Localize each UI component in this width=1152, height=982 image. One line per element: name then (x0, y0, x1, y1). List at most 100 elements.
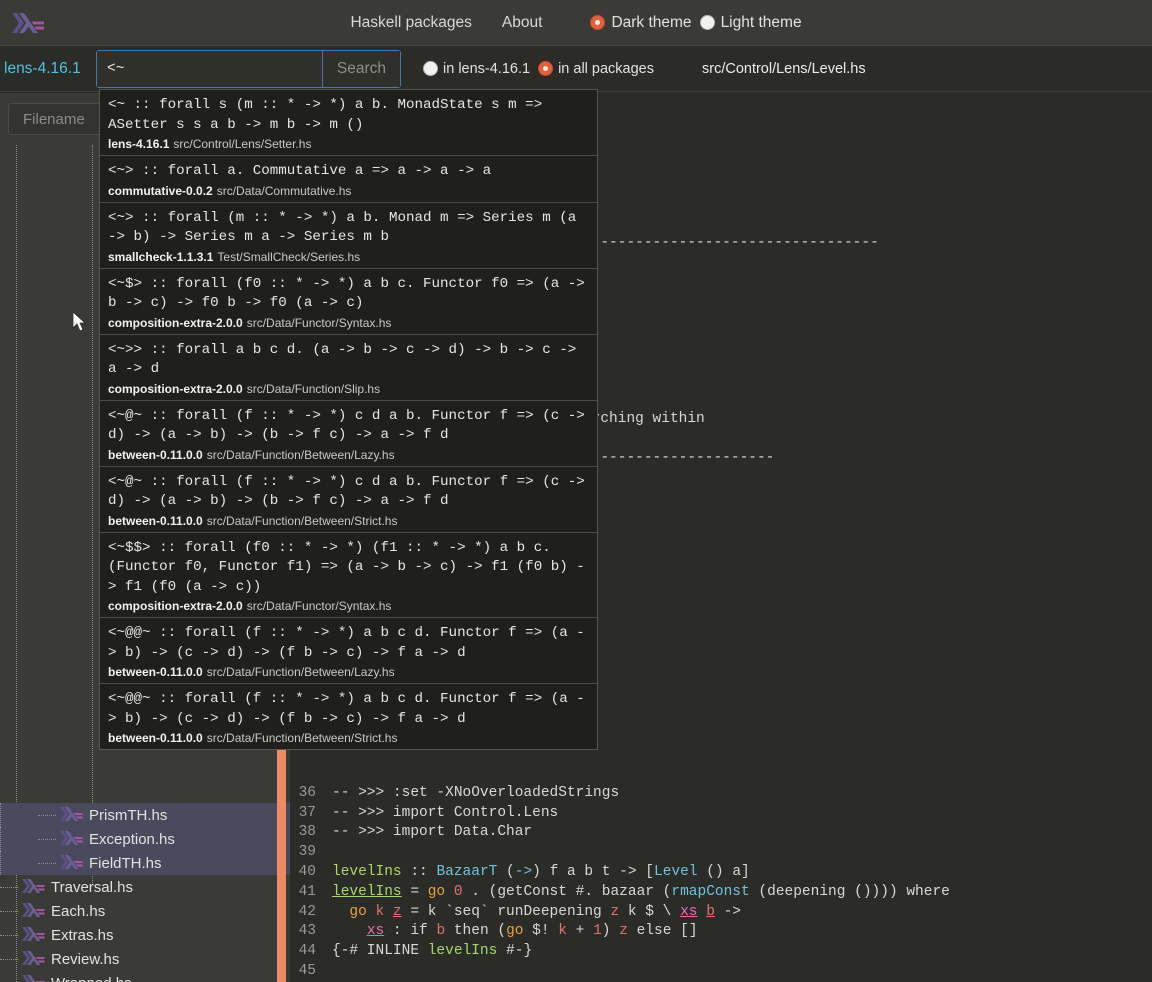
code-line-content: levelIns = go 0 . (getConst #. bazaar (r… (332, 884, 950, 900)
code-token: () a] (697, 864, 750, 881)
file-tree-item-label: Traversal.hs (51, 878, 133, 896)
autocomplete-suggestion[interactable]: <~>> :: forall a b c d. (a -> b -> c -> … (100, 335, 597, 401)
code-line: 38 -- >>> import Data.Char (290, 823, 1152, 843)
radio-light-theme[interactable] (699, 15, 715, 30)
file-tree-item-extras-hs[interactable]: Extras.hs (0, 923, 290, 947)
radio-in-all-packages[interactable] (538, 61, 554, 76)
code-token: ) f a b t -> [ (532, 864, 654, 881)
tree-elbow-connector (38, 827, 60, 851)
suggestion-path: src/Data/Function/Between/Lazy.hs (206, 447, 395, 462)
autocomplete-dropdown[interactable]: <~ :: forall s (m :: * -> *) a b. MonadS… (99, 89, 598, 750)
suggestion-path: src/Control/Lens/Setter.hs (173, 137, 312, 151)
file-tree-item-review-hs[interactable]: Review.hs (0, 947, 290, 971)
suggestion-meta: between-0.11.0.0 src/Data/Function/Betwee… (108, 731, 589, 745)
file-tree-item-label: Extras.hs (51, 926, 114, 944)
code-line: 45 (290, 961, 1152, 981)
autocomplete-suggestion[interactable]: <~$> :: forall (f0 :: * -> *) a b c. Fun… (100, 269, 597, 335)
code-token: -> (514, 864, 533, 881)
code-token: z (392, 903, 402, 920)
code-token: . (getConst #. bazaar ( (462, 883, 672, 900)
file-tree-item-each-hs[interactable]: Each.hs (0, 899, 290, 923)
code-line-content: xs : if b then (go $! k + 1) z else [] (332, 923, 698, 939)
file-tree-item-label: Exception.hs (89, 830, 175, 848)
current-file-path: src/Control/Lens/Level.hs (701, 60, 866, 77)
autocomplete-suggestion[interactable]: <~$$> :: forall (f0 :: * -> *) (f1 :: * … (100, 533, 597, 618)
autocomplete-suggestion[interactable]: <~> :: forall (m :: * -> *) a b. Monad m… (100, 203, 597, 269)
code-line-number: 39 (298, 844, 316, 861)
search-field-group: Search (96, 49, 401, 88)
suggestion-signature: <~@~ :: forall (f :: * -> *) c d a b. Fu… (108, 473, 594, 510)
code-token: go (349, 903, 367, 920)
search-input[interactable] (97, 50, 322, 87)
suggestion-path: src/Data/Functor/Syntax.hs (246, 315, 392, 330)
code-token: = (401, 883, 428, 900)
haskell-file-icon (60, 829, 86, 849)
code-line-content: -- >>> import Control.Lens (332, 805, 558, 821)
file-tree-item-fieldth-hs[interactable]: FieldTH.hs (0, 851, 290, 875)
haskell-file-icon (22, 926, 45, 942)
haskell-file-icon (22, 973, 48, 982)
scope-option-current-package[interactable]: in lens-4.16.1 (423, 61, 530, 77)
suggestion-meta: between-0.11.0.0 src/Data/Function/Betwee… (108, 448, 589, 462)
autocomplete-suggestion[interactable]: <~@~ :: forall (f :: * -> *) c d a b. Fu… (100, 401, 597, 467)
code-line-content: levelIns :: BazaarT (->) f a b t -> [Lev… (332, 864, 750, 880)
suggestion-signature: <~@~ :: forall (f :: * -> *) c d a b. Fu… (108, 407, 594, 444)
code-lines-container: 36 -- >>> :set -XNoOverloadedStrings 37 -- … (290, 783, 1152, 982)
suggestion-path: src/Data/Functor/Syntax.hs (246, 599, 392, 613)
file-tree-item-traversal-hs[interactable]: Traversal.hs (0, 875, 290, 899)
radio-in-current-package[interactable] (423, 61, 438, 76)
code-line-number: 37 (298, 804, 316, 821)
haskell-file-icon (22, 877, 48, 897)
code-token: :: (401, 864, 437, 881)
code-line-number: 41 (298, 883, 316, 900)
autocomplete-suggestion[interactable]: <~@@~ :: forall (f :: * -> *) a b c d. F… (100, 618, 597, 684)
theme-option-light[interactable]: Light theme (699, 14, 802, 32)
search-button[interactable]: Search (321, 50, 400, 87)
nav-link-about[interactable]: About (502, 14, 543, 32)
code-line: 41 levelIns = go 0 . (getConst #. bazaar … (290, 882, 1152, 902)
suggestion-meta: between-0.11.0.0 src/Data/Function/Betwee… (108, 665, 589, 679)
tree-elbow-connector (38, 851, 60, 875)
suggestion-package: composition-extra-2.0.0 (108, 599, 243, 613)
code-token: b (706, 903, 715, 920)
code-token: z (610, 903, 620, 920)
file-tree-item-label: Review.hs (51, 950, 120, 968)
autocomplete-suggestion[interactable]: <~@~ :: forall (f :: * -> *) c d a b. Fu… (100, 467, 597, 533)
tree-indent-guide (0, 851, 38, 875)
scope-option-all-packages[interactable]: in all packages (538, 61, 654, 77)
code-token: #-} (497, 943, 533, 960)
code-token: + (566, 923, 594, 940)
suggestion-package: smallcheck-1.1.3.1 (108, 249, 214, 264)
nav-link-haskell-packages[interactable]: Haskell packages (350, 14, 471, 32)
autocomplete-suggestion[interactable]: <~@@~ :: forall (f :: * -> *) a b c d. F… (100, 684, 597, 749)
haskell-file-icon (60, 806, 83, 822)
tree-rail-depth1 (92, 145, 93, 885)
nav-center-group: Haskell packages About Dark theme Light … (0, 14, 1152, 32)
autocomplete-suggestion[interactable]: <~> :: forall a. Commutative a => a -> a… (100, 156, 597, 203)
code-token: levelIns (332, 883, 402, 900)
code-line-number: 42 (298, 903, 316, 920)
code-line-number: 36 (298, 784, 316, 801)
scope-all-packages-label: in all packages (558, 60, 654, 77)
file-tree-item-wrapped-hs[interactable]: Wrapped.hs (0, 971, 290, 982)
code-line: 42 go k z = k `seq` runDeepening z k $ \… (290, 902, 1152, 922)
haskell-file-icon (60, 830, 83, 846)
theme-option-dark[interactable]: Dark theme (590, 14, 692, 32)
code-line: 37 -- >>> import Control.Lens (290, 803, 1152, 823)
tree-elbow-connector (0, 947, 22, 971)
file-tree-item-prismth-hs[interactable]: PrismTH.hs (0, 803, 290, 827)
suggestion-package: composition-extra-2.0.0 (108, 315, 243, 330)
file-tree-item-exception-hs[interactable]: Exception.hs (0, 827, 290, 851)
suggestion-signature: <~>> :: forall a b c d. (a -> b -> c -> … (108, 341, 585, 378)
code-token: Level (654, 864, 698, 881)
suggestion-package: between-0.11.0.0 (108, 731, 203, 745)
radio-dark-theme[interactable] (590, 15, 606, 30)
suggestion-package: between-0.11.0.0 (108, 665, 203, 679)
code-line-content: go k z = k `seq` runDeepening z k $ \ xs… (332, 904, 741, 920)
code-token: $! (523, 923, 559, 940)
code-token: go (506, 923, 524, 940)
autocomplete-suggestion[interactable]: <~ :: forall s (m :: * -> *) a b. MonadS… (100, 90, 597, 156)
